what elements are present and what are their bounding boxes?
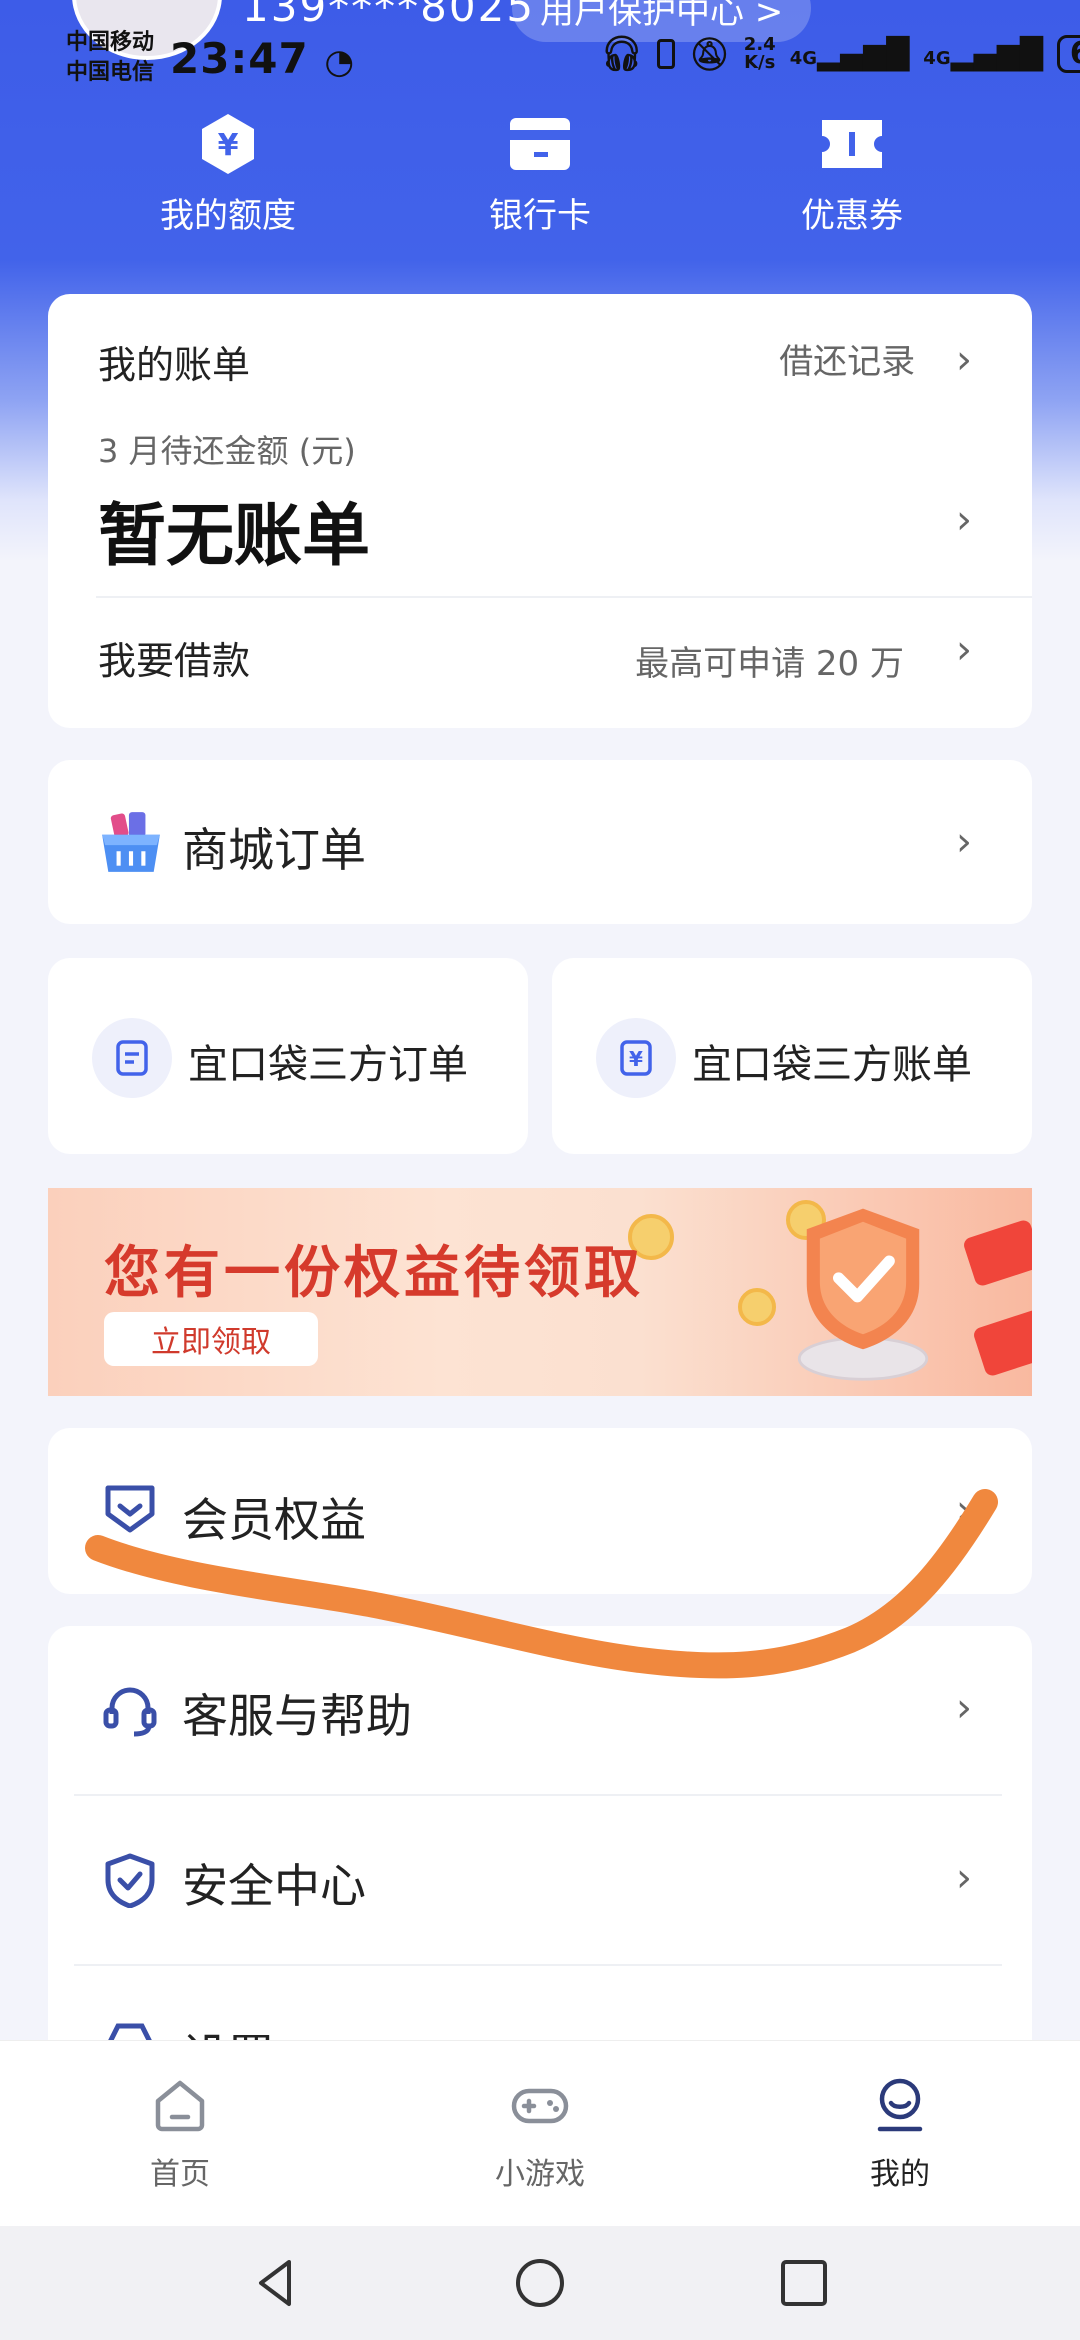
- bill-card: 我的账单 借还记录 › 3 月待还金额 (元) 暂无账单 › 我要借款 最高可申…: [48, 294, 1032, 728]
- due-amount-value: 暂无账单: [98, 497, 371, 576]
- bank-card-icon: [510, 118, 570, 170]
- home-icon: [155, 2080, 205, 2132]
- yuan-hexagon-icon: ¥: [202, 114, 254, 174]
- bill-doc-icon-bg: ¥: [596, 1018, 676, 1098]
- quick-action-label: 优惠券: [801, 196, 903, 236]
- headphones-icon: 🎧︎: [600, 34, 644, 74]
- member-benefits-label: 会员权益: [182, 1493, 366, 1547]
- tab-home[interactable]: 首页: [0, 2041, 360, 2226]
- mall-orders-row[interactable]: 商城订单 ›: [48, 760, 1032, 924]
- shield-check-icon: [105, 1853, 155, 1908]
- chevron-right-icon: ›: [956, 1685, 972, 1731]
- red-envelope-decoration: [961, 1218, 1032, 1288]
- quick-action-bank-card[interactable]: 银行卡: [430, 112, 650, 237]
- service-row-settings[interactable]: 设置 ›: [48, 1966, 1032, 2046]
- carrier-1: 中国移动: [66, 30, 155, 55]
- borrow-hint: 最高可申请 20 万: [635, 644, 904, 684]
- status-time: 23:47 ◔: [170, 34, 355, 83]
- service-list: 客服与帮助 › 安全中心 › 设置 ›: [48, 1626, 1032, 2046]
- gamepad-icon: [511, 2088, 569, 2124]
- chevron-right-icon: ›: [956, 1487, 972, 1533]
- banner-title: 您有一份权益待领取: [104, 1241, 644, 1306]
- third-party-bills-card[interactable]: ¥ 宜口袋三方账单: [552, 958, 1032, 1154]
- status-icons: 🎧︎ 🔕︎ 2.4 K/s 4G▂▄▆█ 4G▂▄▆█ 64: [600, 34, 1080, 74]
- quick-action-quota[interactable]: ¥ 我的额度: [118, 112, 338, 237]
- document-icon: [116, 1040, 148, 1076]
- bill-title: 我的账单: [98, 343, 251, 387]
- battery-indicator: 64: [1056, 35, 1080, 73]
- signal-2: 4G▂▄▆█: [923, 37, 1043, 72]
- claim-now-button[interactable]: 立即领取: [104, 1312, 318, 1366]
- tab-label: 我的: [870, 2157, 930, 2192]
- signal-1: 4G▂▄▆█: [790, 37, 910, 72]
- due-amount-label: 3 月待还金额 (元): [98, 432, 356, 470]
- shield-reward-icon: [797, 1208, 929, 1381]
- red-envelope-decoration: [971, 1308, 1032, 1378]
- phone-number: 139****8025: [242, 0, 536, 31]
- chevron-right-icon: ›: [956, 337, 972, 383]
- benefits-banner[interactable]: 您有一份权益待领取 立即领取: [48, 1188, 1032, 1396]
- third-party-orders-card[interactable]: 宜口袋三方订单: [48, 958, 528, 1154]
- mute-bell-icon: 🔕︎: [689, 35, 730, 73]
- shopping-basket-icon: [102, 812, 160, 872]
- profile-icon: [877, 2078, 923, 2132]
- home-circle-icon[interactable]: [513, 2256, 567, 2310]
- chevron-right-icon: ›: [956, 627, 972, 673]
- quick-action-label: 我的额度: [160, 196, 296, 236]
- borrow-history-label: 借还记录: [779, 342, 916, 382]
- carrier-2: 中国电信: [66, 60, 155, 85]
- borrow-label: 我要借款: [98, 639, 251, 683]
- speed-gauge-icon: ◔: [324, 42, 355, 82]
- back-icon[interactable]: [249, 2256, 303, 2310]
- quick-action-coupon[interactable]: 优惠券: [742, 112, 962, 237]
- tab-label: 首页: [150, 2157, 210, 2192]
- due-amount-row[interactable]: 暂无账单 ›: [48, 480, 1032, 576]
- chevron-right-icon: ›: [956, 497, 972, 543]
- net-type-2: 4G: [923, 47, 951, 69]
- chevron-right-icon: ›: [956, 1855, 972, 1901]
- security-label: 安全中心: [182, 1859, 366, 1913]
- mall-orders-label: 商城订单: [182, 823, 366, 877]
- member-benefits-row[interactable]: 会员权益 ›: [48, 1428, 1032, 1594]
- quick-action-label: 银行卡: [489, 196, 591, 236]
- tab-label: 小游戏: [495, 2157, 585, 2192]
- coin-decoration: [738, 1288, 776, 1326]
- svg-text:¥: ¥: [218, 128, 239, 163]
- help-label: 客服与帮助: [182, 1689, 412, 1743]
- borrow-row[interactable]: 我要借款 最高可申请 20 万 ›: [48, 596, 1032, 728]
- system-navigation-bar: [0, 2226, 1080, 2340]
- yuan-bill-icon: ¥: [620, 1040, 652, 1076]
- chevron-right-icon: ›: [956, 819, 972, 865]
- recents-icon[interactable]: [777, 2256, 831, 2310]
- bottom-tab-bar: 首页 小游戏 我的: [0, 2040, 1080, 2226]
- coupon-icon: [822, 120, 882, 168]
- signal-bars-icon: ▂▄▆█: [950, 36, 1043, 72]
- third-party-bills-label: 宜口袋三方账单: [692, 1042, 972, 1088]
- service-row-security[interactable]: 安全中心 ›: [48, 1796, 1032, 1966]
- svg-text:¥: ¥: [629, 1047, 643, 1071]
- service-row-help[interactable]: 客服与帮助 ›: [48, 1626, 1032, 1796]
- tab-mine[interactable]: 我的: [720, 2041, 1080, 2226]
- net-type-1: 4G: [789, 47, 817, 69]
- tab-mini-games[interactable]: 小游戏: [360, 2041, 720, 2226]
- net-speed: 2.4 K/s: [744, 36, 776, 72]
- carrier-info: 中国移动 中国电信: [66, 28, 154, 88]
- member-badge-icon: [105, 1485, 155, 1533]
- battery-small-icon: [657, 39, 676, 69]
- signal-bars-icon: ▂▄▆█: [817, 36, 910, 72]
- borrow-history-link[interactable]: 借还记录 ›: [779, 334, 972, 383]
- status-time-text: 23:47: [170, 34, 309, 83]
- third-party-orders-label: 宜口袋三方订单: [188, 1042, 468, 1088]
- net-speed-unit: K/s: [744, 52, 776, 73]
- order-doc-icon-bg: [92, 1018, 172, 1098]
- headset-icon: [103, 1687, 157, 1737]
